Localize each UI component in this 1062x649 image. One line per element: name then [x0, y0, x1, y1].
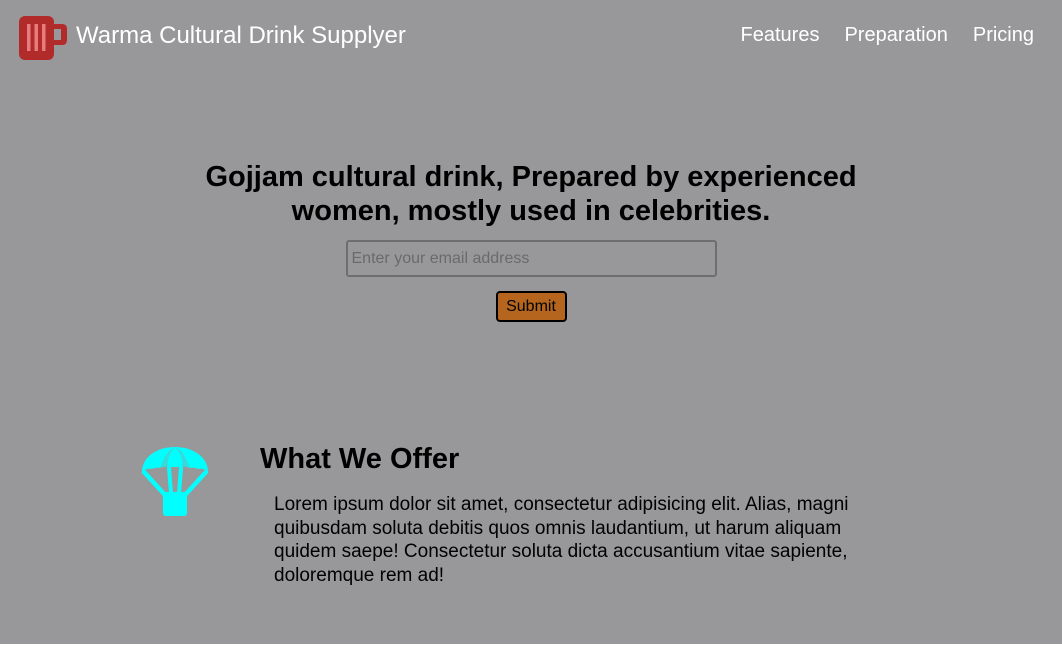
main-nav: Features Preparation Pricing — [741, 24, 1034, 47]
header: Warma Cultural Drink Supplyer Features P… — [0, 0, 1062, 76]
mug-icon[interactable] — [18, 16, 68, 60]
offer-title: What We Offer — [260, 443, 460, 475]
offer-description: Lorem ipsum dolor sit amet, consectetur … — [274, 494, 849, 586]
email-input[interactable] — [345, 240, 717, 277]
nav-link-pricing[interactable]: Pricing — [973, 24, 1034, 47]
nav-link-preparation[interactable]: Preparation — [844, 24, 947, 47]
hero-title: Gojjam cultural drink, Prepared by exper… — [205, 161, 857, 227]
nav-link-features[interactable]: Features — [741, 24, 820, 47]
hero-section: Gojjam cultural drink, Prepared by exper… — [0, 160, 1062, 322]
parachute-icon — [141, 447, 209, 516]
submit-button[interactable]: Submit — [495, 291, 567, 322]
page: Warma Cultural Drink Supplyer Features P… — [0, 0, 1062, 644]
brand-name: Warma Cultural Drink Supplyer — [76, 22, 406, 49]
